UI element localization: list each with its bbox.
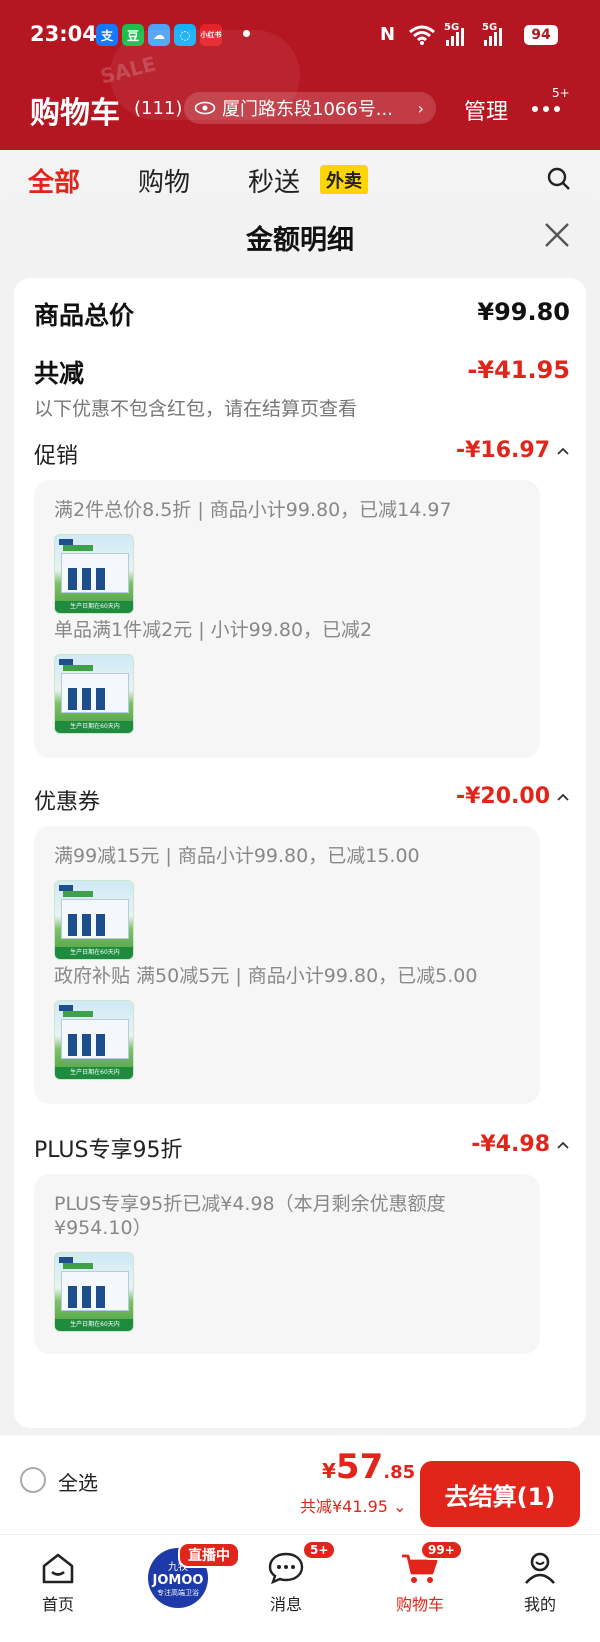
chevron-up-icon xyxy=(557,793,569,801)
profile-icon xyxy=(525,1552,555,1584)
eye-icon xyxy=(194,101,216,115)
waimai-tag: 外卖 xyxy=(320,165,368,195)
search-icon[interactable] xyxy=(546,166,572,192)
coupon-section-label: 优惠券 xyxy=(34,790,101,815)
cart-tabs: 全部 购物 秒送 xyxy=(0,150,600,200)
coupon-line-1: 满99减15元 | 商品小计99.80，已减15.00 xyxy=(54,845,420,867)
tab-home-label: 首页 xyxy=(41,1595,74,1614)
close-icon[interactable] xyxy=(542,220,572,250)
battery-icon: 94 xyxy=(524,25,558,45)
live-badge: 直播中 xyxy=(178,1542,240,1568)
discount-note: 以下优惠不包含红包，请在结算页查看 xyxy=(34,398,358,420)
select-all-checkbox[interactable] xyxy=(20,1467,46,1493)
checkout-button[interactable]: 去结算(1) xyxy=(420,1461,580,1527)
nfc-icon: N xyxy=(380,24,396,45)
promotion-section-label: 促销 xyxy=(34,444,79,469)
alipay-icon: 支 xyxy=(96,24,118,46)
amount-detail-card: 商品总价 ¥99.80 共减 -¥41.95 以下优惠不包含红包，请在结算页查看… xyxy=(14,278,586,1428)
live-brand-slogan: 专注高端卫浴 xyxy=(157,1589,199,1597)
total-price: ¥57.85 xyxy=(322,1447,416,1487)
status-bar: 23:04 支 豆 ☁ ◌ 小红书 N 5G 5G 94 xyxy=(0,0,600,72)
product-thumbnail: 生产日期在60天内 xyxy=(54,654,134,734)
discount-summary-toggle[interactable]: 共减¥41.95 ⌄ xyxy=(300,1493,406,1517)
more-button[interactable] xyxy=(532,106,560,112)
promotion-line-1: 满2件总价8.5折 | 商品小计99.80，已减14.97 xyxy=(54,499,452,521)
chevron-up-icon xyxy=(557,447,569,455)
coupon-detail-box: 满99减15元 | 商品小计99.80，已减15.00 生产日期在60天内 政府… xyxy=(34,826,540,1104)
coupon-section-value: -¥20.00 xyxy=(455,784,550,809)
chevron-up-icon xyxy=(557,1141,569,1149)
manage-button[interactable]: 管理 xyxy=(464,94,508,126)
product-thumbnail: 生产日期在60天内 xyxy=(54,534,134,614)
amount-detail-sheet: 金额明细 商品总价 ¥99.80 共减 -¥41.95 以下优惠不包含红包，请在… xyxy=(0,194,600,1434)
product-thumbnail: 生产日期在60天内 xyxy=(54,1252,134,1332)
tab-home[interactable]: 首页 xyxy=(8,1545,108,1635)
address-selector[interactable]: 厦门路东段1066号... › xyxy=(184,92,436,124)
total-discount-label: 共减 xyxy=(34,359,85,388)
product-thumbnail: 生产日期在60天内 xyxy=(54,1000,134,1080)
live-brand-logo: JOMOO xyxy=(152,1573,204,1588)
chevron-right-icon: › xyxy=(417,98,424,118)
wifi-icon xyxy=(409,25,435,45)
page-title: 购物车 xyxy=(30,96,120,131)
select-all-label[interactable]: 全选 xyxy=(58,1467,98,1496)
signal-icon xyxy=(446,28,464,46)
sheet-title: 金额明细 xyxy=(246,225,354,256)
total-price-label: 商品总价 xyxy=(34,301,135,330)
promotion-detail-box: 满2件总价8.5折 | 商品小计99.80，已减14.97 生产日期在60天内 … xyxy=(34,480,540,758)
message-badge: 5+ xyxy=(302,1540,337,1560)
total-price-value: ¥99.80 xyxy=(477,298,570,326)
cart-badge: 99+ xyxy=(420,1540,463,1560)
plus-detail-box: PLUS专享95折已减¥4.98（本月剩余优惠额度¥954.10） 生产日期在6… xyxy=(34,1174,540,1354)
plus-section-label: PLUS专享95折 xyxy=(34,1138,183,1163)
promotion-section-toggle[interactable]: -¥16.97 xyxy=(456,438,570,463)
product-thumbnail: 生产日期在60天内 xyxy=(54,880,134,960)
tab-mine[interactable]: 我的 xyxy=(490,1545,590,1635)
signal-icon-2 xyxy=(484,28,502,46)
more-badge: 5+ xyxy=(552,86,570,100)
coupon-line-2: 政府补贴 满50减5元 | 商品小计99.80，已减5.00 xyxy=(54,965,478,987)
promotion-line-2: 单品满1件减2元 | 小计99.80，已减2 xyxy=(54,619,373,641)
bottom-tab-bar: 首页 消息 购物车 我的 xyxy=(0,1534,600,1642)
plus-line-1: PLUS专享95折已减¥4.98（本月剩余优惠额度¥954.10） xyxy=(54,1193,446,1239)
home-icon xyxy=(42,1553,74,1584)
header-bar: 23:04 支 豆 ☁ ◌ 小红书 N 5G 5G 94 SALE 购物车 (1… xyxy=(0,0,600,150)
plus-section-toggle[interactable]: -¥4.98 xyxy=(471,1132,570,1157)
message-icon xyxy=(268,1552,304,1585)
coupon-section-toggle[interactable]: -¥20.00 xyxy=(456,784,570,809)
plus-section-value: -¥4.98 xyxy=(471,1132,550,1157)
tab-messages-label: 消息 xyxy=(269,1595,302,1614)
checkout-bar: 全选 ¥57.85 共减¥41.95 ⌄ 去结算(1) xyxy=(0,1434,600,1534)
tab-cart-label: 购物车 xyxy=(395,1595,444,1614)
promotion-section-value: -¥16.97 xyxy=(455,438,550,463)
status-time: 23:04 xyxy=(30,22,97,46)
tab-mine-label: 我的 xyxy=(523,1595,556,1614)
address-text: 厦门路东段1066号... xyxy=(222,99,393,120)
cart-count: (111) xyxy=(134,98,183,119)
total-discount-value: -¥41.95 xyxy=(467,356,570,384)
